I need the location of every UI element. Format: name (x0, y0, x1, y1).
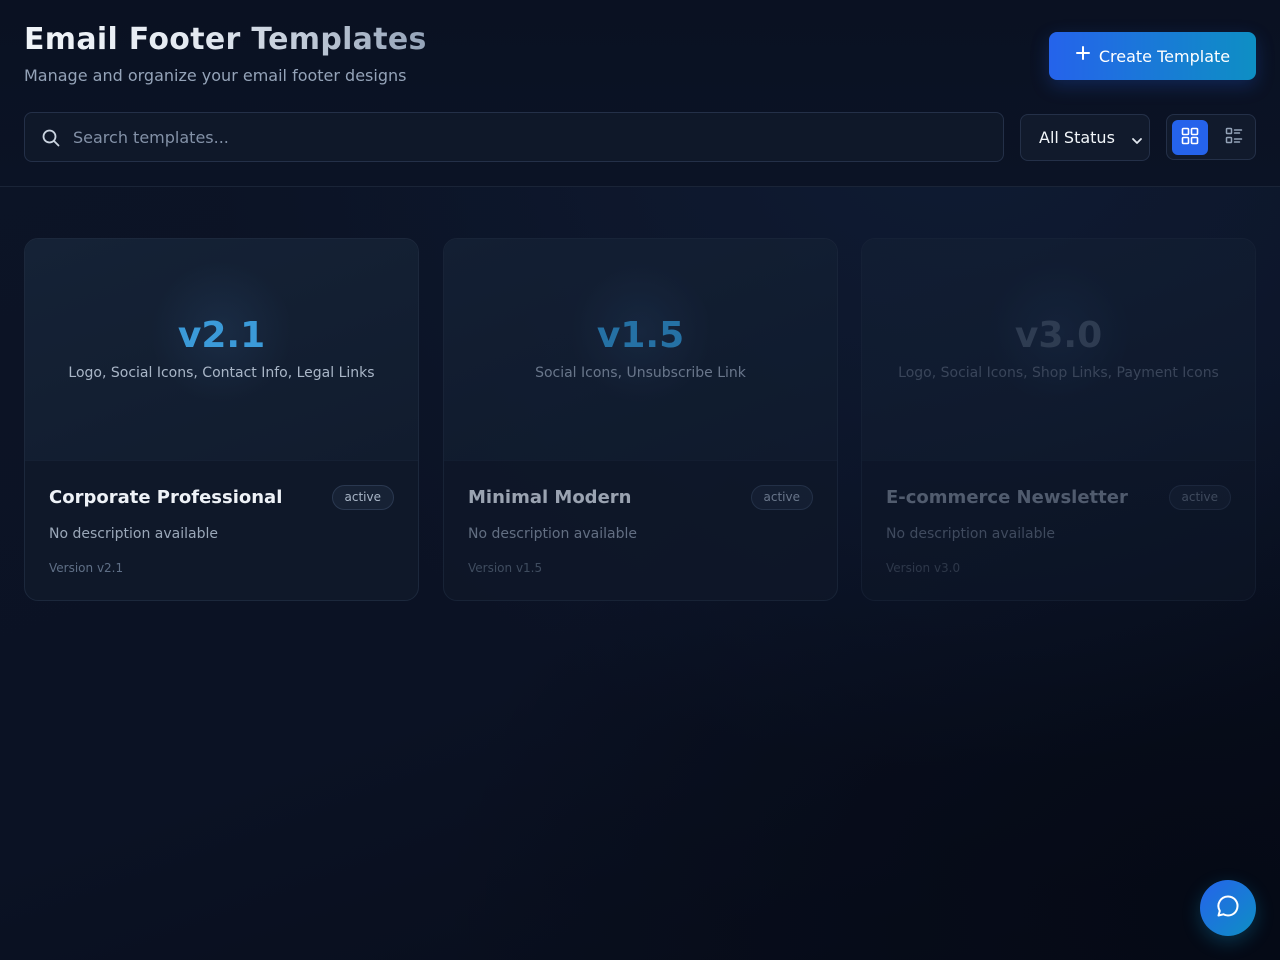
template-name: E-commerce Newsletter (886, 487, 1128, 508)
template-description: No description available (886, 526, 1055, 542)
status-filter-select[interactable]: All Status (1020, 114, 1150, 161)
template-name: Corporate Professional (49, 487, 283, 508)
create-template-label: Create Template (1098, 46, 1231, 66)
template-preview: v3.0 Logo, Social Icons, Shop Links, Pay… (862, 239, 1255, 461)
list-view-button[interactable] (1216, 120, 1252, 155)
create-template-button[interactable]: Create Template (1049, 32, 1256, 80)
preview-version: v3.0 (1014, 315, 1103, 356)
status-badge: active (331, 485, 394, 510)
template-version: Version v1.5 (468, 561, 543, 575)
status-badge: active (1168, 485, 1231, 510)
preview-version: v1.5 (596, 315, 685, 356)
search-box (24, 112, 1004, 162)
grid-icon (1181, 127, 1199, 149)
template-preview: v2.1 Logo, Social Icons, Contact Info, L… (25, 239, 418, 461)
template-card[interactable]: v2.1 Logo, Social Icons, Contact Info, L… (24, 238, 419, 601)
preview-features: Logo, Social Icons, Shop Links, Payment … (898, 365, 1219, 381)
status-filter-value: All Status (1039, 128, 1115, 147)
preview-version: v2.1 (177, 315, 266, 356)
preview-features: Logo, Social Icons, Contact Info, Legal … (68, 365, 375, 381)
template-description: No description available (468, 526, 637, 542)
status-badge: active (750, 485, 813, 510)
plus-icon (1075, 44, 1091, 66)
page-title: Email Footer Templates (24, 22, 427, 57)
template-version: Version v2.1 (49, 561, 124, 575)
grid-view-button[interactable] (1172, 120, 1208, 155)
page-subtitle: Manage and organize your email footer de… (24, 66, 407, 85)
template-card[interactable]: v3.0 Logo, Social Icons, Shop Links, Pay… (861, 238, 1256, 601)
search-icon (41, 128, 61, 148)
page-header: Email Footer Templates Manage and organi… (0, 0, 1280, 187)
chat-button[interactable] (1200, 880, 1256, 936)
chat-bubble-icon (1215, 893, 1241, 923)
search-input[interactable] (73, 113, 993, 161)
template-preview: v1.5 Social Icons, Unsubscribe Link (444, 239, 837, 461)
chevron-down-icon (1131, 132, 1143, 151)
template-version: Version v3.0 (886, 561, 961, 575)
list-icon (1225, 127, 1243, 149)
template-name: Minimal Modern (468, 487, 632, 508)
preview-features: Social Icons, Unsubscribe Link (535, 365, 746, 381)
template-card[interactable]: v1.5 Social Icons, Unsubscribe Link Mini… (443, 238, 838, 601)
view-toggle (1166, 114, 1256, 160)
template-description: No description available (49, 526, 218, 542)
